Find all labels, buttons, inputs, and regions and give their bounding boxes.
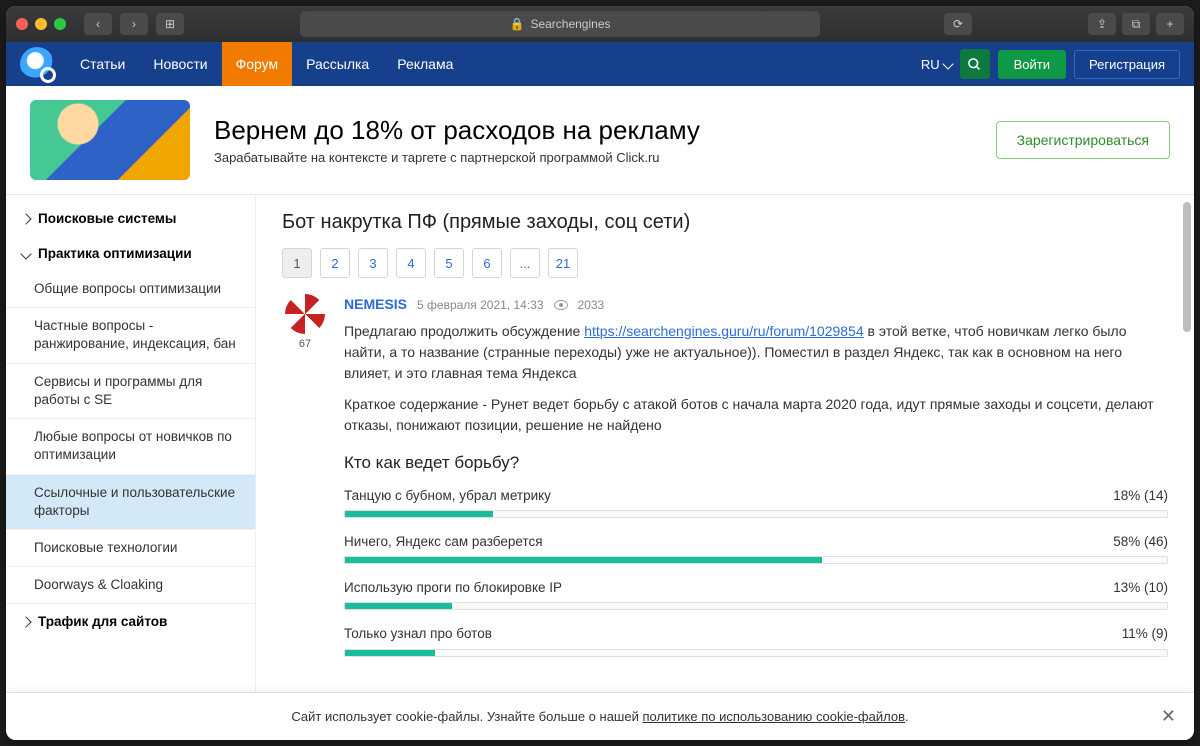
page-3[interactable]: 3 bbox=[358, 248, 388, 278]
page-1[interactable]: 1 bbox=[282, 248, 312, 278]
url-text: Searchengines bbox=[530, 17, 610, 31]
poll-option-stats: 18% (14) bbox=[1113, 486, 1168, 506]
poll-title: Кто как ведет борьбу? bbox=[344, 450, 1168, 476]
sidebar-item[interactable]: Любые вопросы от новичков по оптимизации bbox=[6, 419, 255, 474]
language-selector[interactable]: RU bbox=[921, 57, 952, 72]
poll-option[interactable]: Танцую с бубном, убрал метрику 18% (14) bbox=[344, 486, 1168, 518]
poll-option-label: Использую проги по блокировке IP bbox=[344, 578, 562, 598]
page-ellipsis: ... bbox=[510, 248, 540, 278]
cookie-banner: Сайт использует cookie-файлы. Узнайте бо… bbox=[6, 692, 1194, 740]
thread-title: Бот накрутка ПФ (прямые заходы, соц сети… bbox=[282, 211, 1168, 234]
chevron-down-icon bbox=[20, 248, 31, 259]
close-window-icon[interactable] bbox=[16, 18, 28, 30]
scrollbar-thumb[interactable] bbox=[1183, 202, 1191, 332]
poll-option-label: Только узнал про ботов bbox=[344, 624, 492, 644]
search-button[interactable] bbox=[960, 49, 990, 79]
browser-titlebar: ‹ › ⊞ 🔒 Searchengines ⟳ ⇪ ⧉ + bbox=[6, 6, 1194, 42]
page-5[interactable]: 5 bbox=[434, 248, 464, 278]
lock-icon: 🔒 bbox=[509, 17, 524, 31]
maximize-window-icon[interactable] bbox=[54, 18, 66, 30]
sidebar-group-optimization[interactable]: Практика оптимизации bbox=[6, 236, 255, 271]
site-logo[interactable] bbox=[20, 47, 54, 81]
forward-button[interactable]: › bbox=[120, 13, 148, 35]
sidebar-group-traffic[interactable]: Трафик для сайтов bbox=[6, 604, 255, 639]
search-icon bbox=[967, 57, 982, 72]
poll-option[interactable]: Ничего, Яндекс сам разберется 58% (46) bbox=[344, 532, 1168, 564]
share-button[interactable]: ⇪ bbox=[1088, 13, 1116, 35]
post-datetime: 5 февраля 2021, 14:33 bbox=[417, 296, 544, 314]
poll-option[interactable]: Использую проги по блокировке IP 13% (10) bbox=[344, 578, 1168, 610]
poll-option-stats: 11% (9) bbox=[1122, 624, 1168, 644]
banner-image bbox=[30, 100, 190, 180]
poll-option-stats: 13% (10) bbox=[1113, 578, 1168, 598]
poll-bar-track bbox=[344, 556, 1168, 564]
poll-bar-fill bbox=[345, 603, 452, 609]
banner-title: Вернем до 18% от расходов на рекламу bbox=[214, 115, 700, 146]
reload-button[interactable]: ⟳ bbox=[944, 13, 972, 35]
nav-news[interactable]: Новости bbox=[139, 42, 221, 86]
sidebar-group-search-systems[interactable]: Поисковые системы bbox=[6, 201, 255, 236]
sidebar-item[interactable]: Поисковые технологии bbox=[6, 530, 255, 567]
poll-option-label: Танцую с бубном, убрал метрику bbox=[344, 486, 551, 506]
sidebar-item[interactable]: Частные вопросы - ранжирование, индексац… bbox=[6, 308, 255, 363]
views-icon bbox=[554, 300, 568, 310]
login-button[interactable]: Войти bbox=[998, 50, 1066, 79]
chevron-right-icon bbox=[20, 213, 31, 224]
nav-articles[interactable]: Статьи bbox=[66, 42, 139, 86]
tabs-button[interactable]: ⧉ bbox=[1122, 13, 1150, 35]
user-karma: 67 bbox=[282, 338, 328, 350]
post-views: 2033 bbox=[578, 296, 605, 314]
forum-sidebar: Поисковые системы Практика оптимизации О… bbox=[6, 195, 256, 740]
poll-bar-track bbox=[344, 649, 1168, 657]
poll-bar-track bbox=[344, 602, 1168, 610]
pagination: 1 2 3 4 5 6 ... 21 bbox=[282, 248, 1168, 278]
poll-bar-fill bbox=[345, 511, 493, 517]
page-6[interactable]: 6 bbox=[472, 248, 502, 278]
register-button[interactable]: Регистрация bbox=[1074, 50, 1180, 79]
poll-bar-fill bbox=[345, 650, 435, 656]
address-bar[interactable]: 🔒 Searchengines bbox=[300, 11, 820, 37]
sidebar-item[interactable]: Общие вопросы оптимизации bbox=[6, 271, 255, 308]
nav-ads[interactable]: Реклама bbox=[383, 42, 467, 86]
new-tab-button[interactable]: + bbox=[1156, 13, 1184, 35]
chevron-right-icon bbox=[20, 616, 31, 627]
banner-subtitle: Зарабатывайте на контексте и таргете с п… bbox=[214, 150, 700, 165]
minimize-window-icon[interactable] bbox=[35, 18, 47, 30]
banner-cta-button[interactable]: Зарегистрироваться bbox=[996, 121, 1170, 159]
back-button[interactable]: ‹ bbox=[84, 13, 112, 35]
poll-option-label: Ничего, Яндекс сам разберется bbox=[344, 532, 543, 552]
post-paragraph: Предлагаю продолжить обсуждение https://… bbox=[344, 321, 1168, 384]
page-last[interactable]: 21 bbox=[548, 248, 578, 278]
sidebar-item[interactable]: Doorways & Cloaking bbox=[6, 567, 255, 604]
poll-bar-track bbox=[344, 510, 1168, 518]
poll-option[interactable]: Только узнал про ботов 11% (9) bbox=[344, 624, 1168, 656]
site-navbar: Статьи Новости Форум Рассылка Реклама RU… bbox=[6, 42, 1194, 86]
close-icon[interactable]: ✕ bbox=[1161, 706, 1176, 727]
post-paragraph: Краткое содержание - Рунет ведет борьбу … bbox=[344, 394, 1168, 436]
post-author[interactable]: NEMESIS bbox=[344, 294, 407, 315]
page-4[interactable]: 4 bbox=[396, 248, 426, 278]
sidebar-item[interactable]: Сервисы и программы для работы с SE bbox=[6, 364, 255, 419]
poll-bar-fill bbox=[345, 557, 822, 563]
poll-option-stats: 58% (46) bbox=[1113, 532, 1168, 552]
post-link[interactable]: https://searchengines.guru/ru/forum/1029… bbox=[584, 323, 863, 339]
sidebar-item-selected[interactable]: Ссылочные и пользовательские факторы bbox=[6, 475, 255, 530]
promo-banner: Вернем до 18% от расходов на рекламу Зар… bbox=[6, 86, 1194, 195]
user-avatar[interactable] bbox=[285, 294, 325, 334]
nav-newsletter[interactable]: Рассылка bbox=[292, 42, 383, 86]
window-controls[interactable] bbox=[16, 18, 66, 30]
chevron-down-icon bbox=[942, 58, 953, 69]
thread-main: Бот накрутка ПФ (прямые заходы, соц сети… bbox=[256, 195, 1194, 740]
cookie-policy-link[interactable]: политике по использованию cookie-файлов bbox=[642, 709, 905, 724]
sidebar-toggle-button[interactable]: ⊞ bbox=[156, 13, 184, 35]
forum-post: 67 NEMESIS 5 февраля 2021, 14:33 2033 Пр… bbox=[282, 294, 1168, 671]
page-2[interactable]: 2 bbox=[320, 248, 350, 278]
nav-forum[interactable]: Форум bbox=[222, 42, 293, 86]
